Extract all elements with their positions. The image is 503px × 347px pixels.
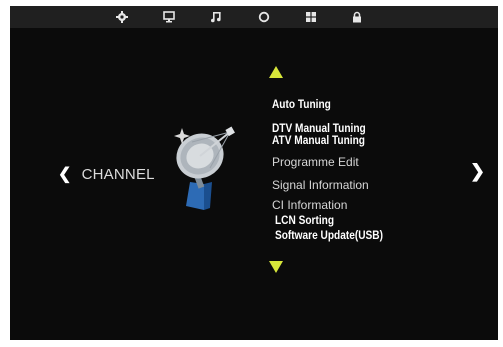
tab-setup[interactable] <box>298 6 324 28</box>
menu-item-signal-information[interactable]: Signal Information <box>272 179 369 191</box>
scroll-down-arrow-icon[interactable] <box>269 261 283 273</box>
page-title: CHANNEL <box>81 165 155 183</box>
chevron-right-icon: ❯ <box>470 161 486 181</box>
scroll-up-arrow-icon[interactable] <box>269 66 283 78</box>
tab-lock[interactable] <box>344 6 370 28</box>
menu-item-auto-tuning[interactable]: Auto Tuning <box>272 99 331 111</box>
tab-picture[interactable] <box>109 6 135 28</box>
tv-screen: ❮ CHANNEL ❯ Auto Tuning DTV Manual Tunin… <box>10 6 498 340</box>
lock-icon <box>353 11 361 23</box>
top-menu-bar <box>10 6 498 28</box>
menu-item-lcn-sorting[interactable]: LCN Sorting <box>275 215 334 227</box>
menu-item-ci-information[interactable]: CI Information <box>272 199 347 211</box>
menu-item-software-update[interactable]: Software Update(USB) <box>275 230 383 242</box>
menu-item-dtv-manual-tuning[interactable]: DTV Manual Tuning <box>272 123 366 135</box>
tab-time[interactable] <box>251 6 277 28</box>
music-note-icon <box>211 12 221 23</box>
tab-sound[interactable] <box>203 6 229 28</box>
chevron-left-icon: ❮ <box>58 166 72 183</box>
prev-page-button[interactable]: ❮ CHANNEL <box>58 164 155 184</box>
next-page-button[interactable]: ❯ <box>470 161 485 182</box>
monitor-icon <box>163 11 175 23</box>
clock-icon <box>258 11 270 23</box>
tab-channel[interactable] <box>156 6 182 28</box>
grid-icon <box>306 12 316 22</box>
gear-icon <box>116 11 128 23</box>
menu-item-programme-edit[interactable]: Programme Edit <box>272 156 359 168</box>
menu-item-atv-manual-tuning[interactable]: ATV Manual Tuning <box>272 135 365 147</box>
satellite-dish-icon <box>174 126 235 210</box>
